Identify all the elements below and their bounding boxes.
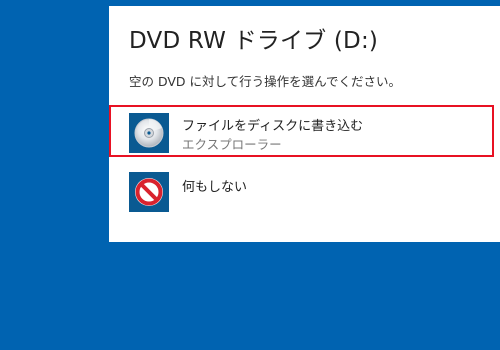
disc-icon bbox=[129, 113, 169, 153]
option-burn-files[interactable]: ファイルをディスクに書き込む エクスプローラー bbox=[109, 105, 494, 157]
option-burn-app: エクスプローラー bbox=[182, 137, 282, 152]
option-burn-label: ファイルをディスクに書き込む bbox=[182, 119, 364, 134]
dialog-prompt: 空の DVD に対して行う操作を選んでください。 bbox=[129, 74, 402, 89]
autoplay-dialog: DVD RW ドライブ (D:) 空の DVD に対して行う操作を選んでください… bbox=[109, 6, 500, 242]
prohibited-icon bbox=[129, 172, 169, 212]
option-do-nothing[interactable]: 何もしない bbox=[109, 166, 494, 218]
option-do-nothing-label: 何もしない bbox=[182, 180, 248, 195]
dialog-title: DVD RW ドライブ (D:) bbox=[129, 28, 379, 54]
